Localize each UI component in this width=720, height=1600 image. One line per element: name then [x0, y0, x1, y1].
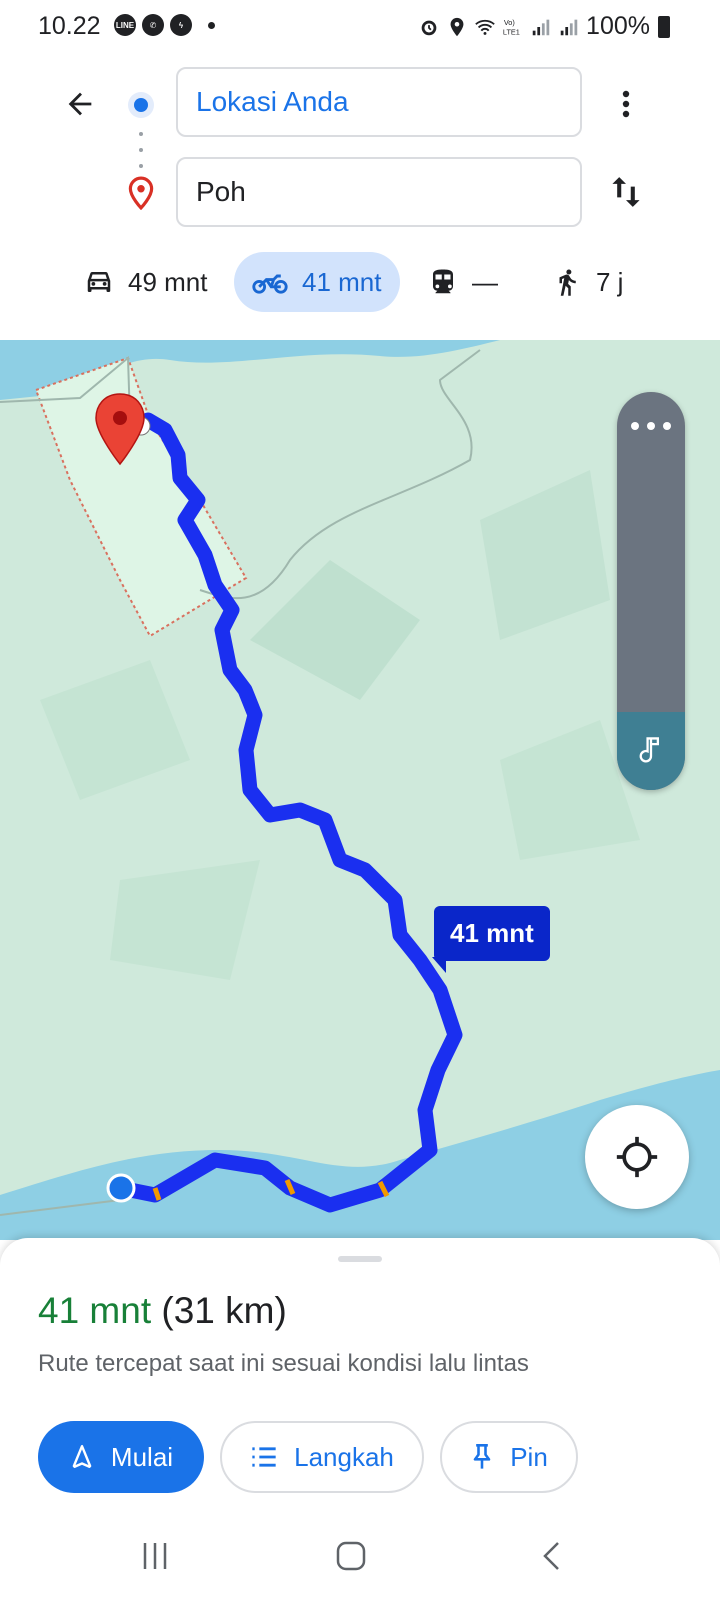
motorcycle-icon — [252, 274, 288, 294]
route-summary: 41 mnt (31 km) — [38, 1290, 287, 1332]
origin-field[interactable]: Lokasi Anda — [176, 67, 582, 137]
home-button[interactable] — [329, 1536, 373, 1576]
arrow-left-icon — [68, 92, 92, 116]
walk-icon — [559, 269, 576, 296]
route-eta-callout[interactable]: 41 mnt — [432, 906, 550, 973]
whatsapp-icon: ✆ — [142, 14, 164, 36]
messenger-icon: ϟ — [170, 14, 192, 36]
start-button-label: Mulai — [110, 1441, 174, 1472]
route-description: Rute tercepat saat ini sesuai kondisi la… — [38, 1350, 529, 1377]
pushpin-icon — [473, 1444, 491, 1469]
system-nav-bar — [0, 1510, 720, 1600]
back-icon — [543, 1542, 559, 1570]
location-icon — [450, 17, 464, 36]
navigation-icon — [72, 1444, 92, 1468]
pin-button[interactable]: Pin — [440, 1421, 578, 1493]
battery-level: 100% — [586, 12, 650, 40]
destination-marker-center — [113, 411, 127, 425]
system-icons: Vo) LTE1 100% — [418, 12, 670, 41]
battery-icon — [658, 15, 670, 38]
destination-pin-icon — [128, 176, 154, 215]
route-actions: Mulai Langkah Pin — [38, 1421, 578, 1493]
back-nav-button[interactable] — [529, 1536, 573, 1576]
mode-car-label: 49 mnt — [128, 266, 208, 297]
mode-motorcycle[interactable]: 41 mnt — [234, 252, 400, 312]
mode-transit-label: — — [472, 266, 498, 297]
signal-icon — [532, 19, 550, 35]
car-icon — [87, 272, 111, 292]
status-bar: 10.22 LINE ✆ ϟ Vo) LTE1 100% — [0, 0, 720, 52]
mode-car[interactable]: 49 mnt — [84, 252, 208, 312]
origin-marker-icon — [128, 92, 154, 118]
more-vert-icon — [622, 90, 630, 118]
svg-text:LTE1: LTE1 — [503, 27, 520, 36]
steps-button[interactable]: Langkah — [220, 1421, 424, 1493]
back-button[interactable] — [58, 82, 102, 126]
crosshair-icon — [616, 1136, 658, 1178]
swap-button[interactable] — [604, 170, 648, 214]
swap-vert-icon — [612, 177, 640, 207]
music-note-icon — [639, 737, 659, 763]
list-icon — [252, 1447, 276, 1467]
recents-button[interactable] — [133, 1536, 177, 1576]
mode-motorcycle-label: 41 mnt — [302, 266, 382, 297]
more-horiz-icon[interactable] — [631, 422, 671, 430]
route-distance: (31 km) — [161, 1290, 287, 1331]
mode-transit[interactable]: — — [428, 252, 498, 312]
transit-icon — [433, 269, 453, 294]
status-time: 10.22 — [38, 12, 101, 40]
music-button[interactable] — [617, 712, 685, 790]
volte-lte-icon: Vo)LTE1 — [503, 18, 520, 36]
svg-text:Vo): Vo) — [504, 18, 515, 27]
my-location-button[interactable] — [585, 1105, 689, 1209]
travel-mode-tabs: 49 mnt 41 mnt — 7 j — [0, 252, 720, 312]
wifi-icon — [475, 19, 495, 35]
terrain-patch — [40, 660, 190, 800]
steps-button-label: Langkah — [294, 1441, 394, 1472]
mode-walk[interactable]: 7 j — [552, 252, 623, 312]
route-eta: 41 mnt — [38, 1290, 152, 1331]
more-options-button[interactable] — [604, 80, 648, 128]
notification-icons: LINE ✆ ϟ — [114, 14, 215, 36]
terrain-patch — [110, 860, 260, 980]
home-icon — [336, 1541, 366, 1571]
current-location-icon — [106, 1173, 136, 1203]
sheet-drag-handle[interactable] — [338, 1256, 382, 1262]
map-canvas — [0, 340, 720, 1240]
destination-field[interactable]: Poh — [176, 157, 582, 227]
line-icon: LINE — [114, 14, 136, 36]
signal-icon — [560, 19, 578, 35]
pin-button-label: Pin — [510, 1441, 548, 1472]
media-controls-panel[interactable] — [617, 392, 685, 790]
alarm-icon — [421, 20, 437, 35]
start-button[interactable]: Mulai — [38, 1421, 204, 1493]
terrain-patch — [480, 470, 610, 640]
route-connector — [139, 132, 143, 168]
map-view[interactable]: 41 mnt — [0, 340, 720, 1240]
recents-icon — [143, 1543, 167, 1569]
mode-walk-label: 7 j — [596, 266, 624, 297]
more-notifications-dot — [208, 21, 215, 29]
